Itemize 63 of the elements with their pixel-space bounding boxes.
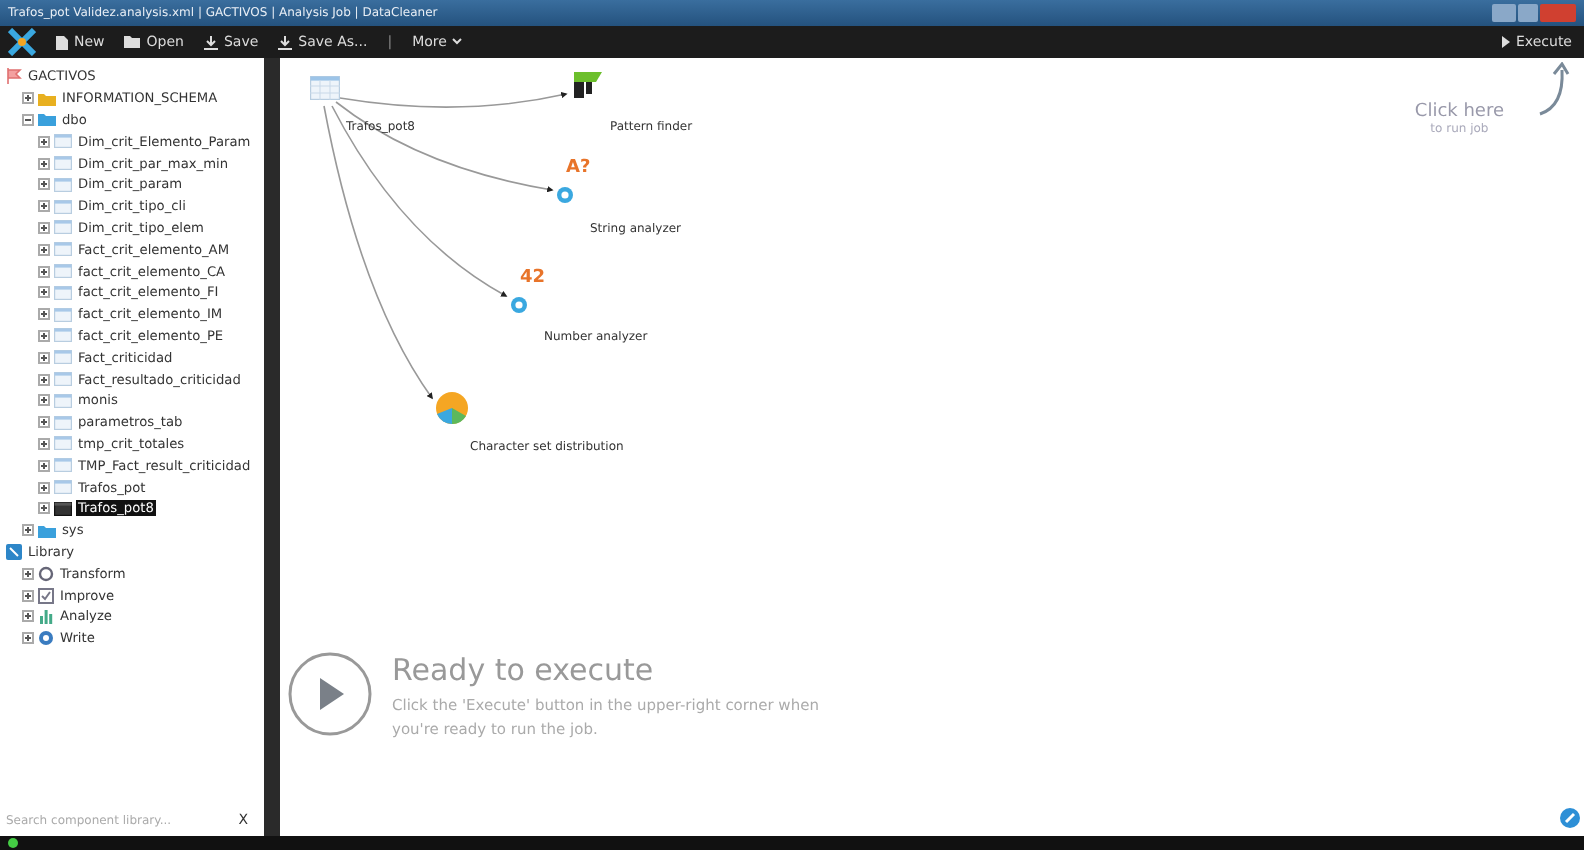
status-dot-icon <box>8 838 18 848</box>
table-icon <box>54 501 72 516</box>
table-icon <box>54 199 72 214</box>
download-icon <box>203 35 218 49</box>
table-icon <box>54 307 72 322</box>
table-icon <box>54 156 72 171</box>
expand-icon[interactable] <box>38 200 50 213</box>
expand-icon[interactable] <box>22 589 34 602</box>
expand-icon[interactable] <box>38 481 50 494</box>
table-icon <box>54 328 72 343</box>
expand-icon[interactable] <box>38 394 50 407</box>
expand-icon[interactable] <box>38 373 50 386</box>
expand-icon[interactable] <box>38 351 50 364</box>
expand-icon[interactable] <box>38 308 50 321</box>
table-icon <box>54 480 72 495</box>
expand-icon[interactable] <box>22 632 34 645</box>
expand-icon[interactable] <box>38 286 50 299</box>
table-icon <box>54 220 72 235</box>
table-icon <box>54 285 72 300</box>
expand-icon[interactable] <box>38 459 50 472</box>
expand-icon[interactable] <box>22 567 34 580</box>
document-icon <box>56 35 68 49</box>
table-icon <box>54 415 72 430</box>
expand-icon[interactable] <box>38 437 50 450</box>
download-icon <box>278 35 293 49</box>
table-icon <box>54 264 72 279</box>
bar-chart-icon <box>38 608 54 625</box>
collapse-icon[interactable] <box>22 113 34 126</box>
expand-icon[interactable] <box>38 157 50 170</box>
expand-icon[interactable] <box>38 416 50 429</box>
folder-icon <box>124 36 141 48</box>
checkbox-icon <box>38 587 54 604</box>
play-button[interactable] <box>288 652 372 736</box>
expand-icon[interactable] <box>38 135 50 148</box>
folder-icon <box>38 523 56 538</box>
play-icon <box>1502 36 1510 48</box>
flag-icon <box>6 68 22 85</box>
pie-icon <box>436 392 468 424</box>
table-icon <box>54 393 72 408</box>
expand-icon[interactable] <box>38 329 50 342</box>
table-icon <box>54 458 72 473</box>
curved-arrow-icon <box>1536 62 1572 118</box>
expand-icon[interactable] <box>22 610 34 623</box>
expand-icon[interactable] <box>38 502 50 515</box>
hint-title: Click here <box>1414 102 1504 122</box>
expand-icon[interactable] <box>38 178 50 191</box>
expand-icon[interactable] <box>38 221 50 234</box>
expand-icon[interactable] <box>38 243 50 256</box>
logo-icon <box>8 28 36 56</box>
pattern-icon <box>570 72 602 100</box>
table-icon <box>54 372 72 387</box>
table-icon <box>54 350 72 365</box>
ready-title: Ready to execute <box>392 652 656 688</box>
expand-icon[interactable] <box>38 265 50 278</box>
icon-glyph-text: 42 <box>520 268 546 288</box>
table-icon <box>54 242 72 257</box>
table-icon <box>54 134 72 149</box>
expand-icon[interactable] <box>22 524 34 537</box>
expand-icon[interactable] <box>22 92 34 105</box>
icon-glyph-text: A? <box>566 158 591 178</box>
table-icon <box>54 177 72 192</box>
caret-icon <box>452 38 463 46</box>
table-icon <box>54 436 72 451</box>
